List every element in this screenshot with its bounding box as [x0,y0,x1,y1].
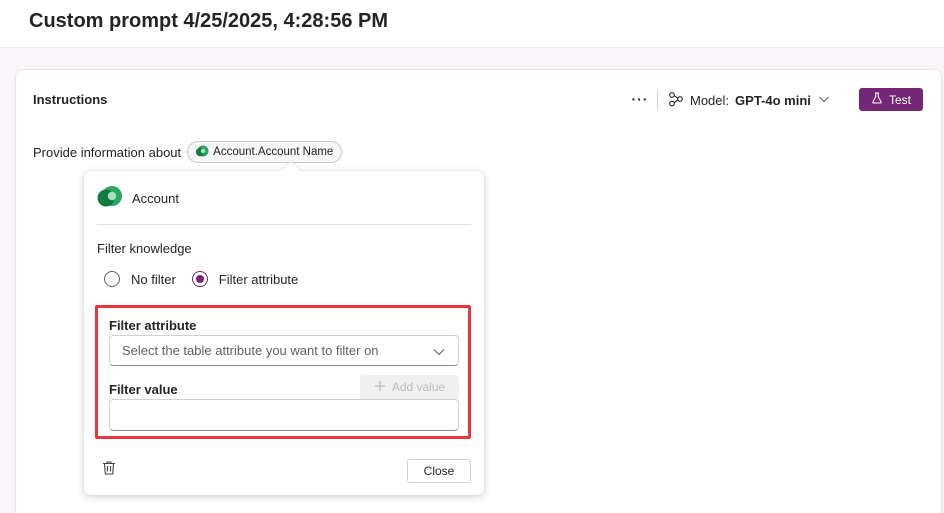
entity-header: Account [96,185,179,212]
select-placeholder: Select the table attribute you want to f… [122,343,379,358]
filter-attribute-select[interactable]: Select the table attribute you want to f… [109,335,459,366]
test-button[interactable]: Test [859,88,923,111]
chevron-down-icon [432,345,446,362]
radio-button[interactable] [104,271,120,287]
popover-divider [97,224,471,225]
radio-no-filter[interactable]: No filter [104,271,176,287]
filter-radio-group: No filter Filter attribute [104,269,314,289]
filter-value-input[interactable] [109,399,459,431]
add-value-button[interactable]: Add value [360,375,459,399]
delete-button[interactable] [99,460,119,480]
close-button[interactable]: Close [407,459,471,483]
prompt-line: Provide information about Account.Accoun… [33,141,343,163]
radio-button-checked[interactable] [191,271,208,287]
entity-name: Account [132,190,179,206]
dataverse-icon [96,185,124,212]
add-value-label: Add value [391,380,446,394]
filter-value-label: Filter value [109,382,178,397]
filter-popover: Account Filter knowledge No filter Filte… [84,161,484,495]
model-label: Model: [690,92,730,108]
chevron-down-icon [817,92,831,109]
radio-label: No filter [131,271,176,287]
radio-filter-attribute[interactable]: Filter attribute [191,271,299,287]
prompt-text: Provide information about [33,144,182,160]
radio-label: Filter attribute [218,271,299,287]
input-chip[interactable]: Account.Account Name [187,141,343,163]
more-options-button[interactable]: ··· [629,88,651,110]
toolbar-divider [657,90,658,110]
trash-icon [101,460,117,481]
top-bar: Custom prompt 4/25/2025, 4:28:56 PM [0,0,944,48]
flow-icon [668,91,684,110]
page-title: Custom prompt 4/25/2025, 4:28:56 PM [29,10,389,32]
dataverse-icon [195,144,209,161]
card-title: Instructions [33,92,108,107]
plus-icon [374,380,386,395]
model-value: GPT-4o mini [735,92,811,108]
model-selector[interactable]: Model: GPT-4o mini [668,88,831,112]
chip-label: Account.Account Name [213,146,334,158]
filter-attribute-label: Filter attribute [109,318,197,333]
flask-icon [871,92,883,107]
test-button-label: Test [888,92,911,107]
filter-knowledge-label: Filter knowledge [97,241,192,256]
